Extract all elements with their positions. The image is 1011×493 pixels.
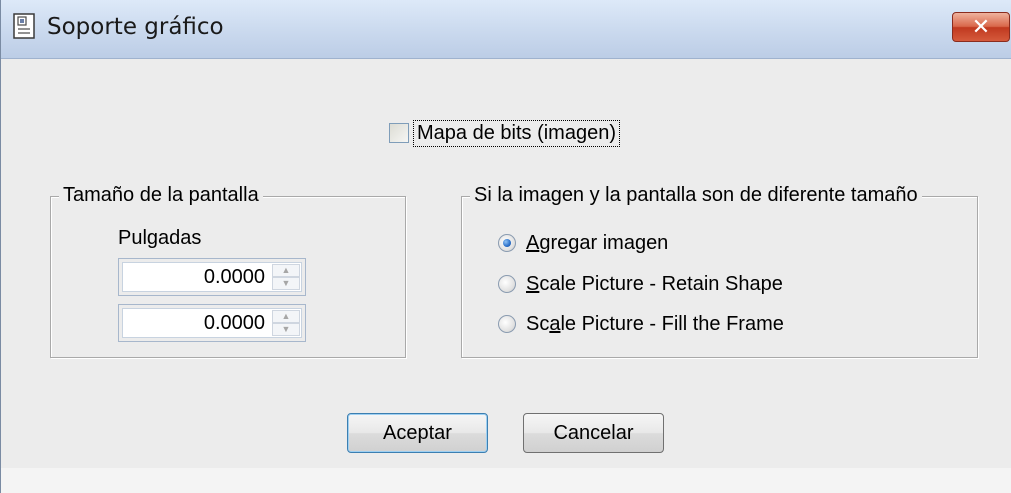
dialog-bottom-edge [1, 468, 1011, 493]
ok-button[interactable]: Aceptar [347, 413, 488, 453]
spin-up-icon[interactable]: ▲ [272, 310, 300, 323]
screen-size-group-title: Tamaño de la pantalla [59, 184, 263, 207]
bitmap-checkbox-row[interactable]: Mapa de bits (imagen) [389, 118, 620, 148]
dialog-app-icon [13, 13, 35, 39]
spin-down-icon[interactable]: ▼ [272, 323, 300, 336]
radio-button[interactable] [498, 315, 516, 333]
radio-add-image[interactable]: Agregar imagen [498, 229, 668, 257]
bitmap-checkbox-label[interactable]: Mapa de bits (imagen) [413, 119, 620, 147]
height-spinner[interactable]: 0.0000 ▲ ▼ [118, 304, 306, 342]
bitmap-checkbox[interactable] [389, 123, 409, 143]
spin-down-icon[interactable]: ▼ [272, 277, 300, 290]
dialog-window: Soporte gráfico ✕ Mapa de bits (imagen) … [0, 0, 1011, 493]
close-icon: ✕ [971, 14, 991, 40]
window-title: Soporte gráfico [47, 14, 224, 40]
height-spin-buttons: ▲ ▼ [272, 310, 300, 336]
radio-scale-fill-frame-label[interactable]: Scale Picture - Fill the Frame [526, 313, 784, 336]
radio-add-image-label[interactable]: Agregar imagen [526, 232, 668, 255]
units-label: Pulgadas [118, 227, 202, 249]
radio-button[interactable] [498, 275, 516, 293]
size-mismatch-group-title: Si la imagen y la pantalla son de difere… [470, 184, 922, 207]
radio-scale-retain-shape-label[interactable]: Scale Picture - Retain Shape [526, 273, 783, 296]
width-spin-buttons: ▲ ▼ [272, 264, 300, 290]
close-button[interactable]: ✕ [952, 12, 1010, 42]
width-input-value[interactable]: 0.0000 [204, 266, 265, 289]
title-bar[interactable]: Soporte gráfico ✕ [1, 0, 1011, 59]
radio-scale-fill-frame[interactable]: Scale Picture - Fill the Frame [498, 310, 784, 338]
radio-button-selected[interactable] [498, 234, 516, 252]
height-input-value[interactable]: 0.0000 [204, 312, 265, 335]
spin-up-icon[interactable]: ▲ [272, 264, 300, 277]
radio-scale-retain-shape[interactable]: Scale Picture - Retain Shape [498, 270, 783, 298]
width-spinner[interactable]: 0.0000 ▲ ▼ [118, 258, 306, 296]
cancel-button[interactable]: Cancelar [523, 413, 664, 453]
